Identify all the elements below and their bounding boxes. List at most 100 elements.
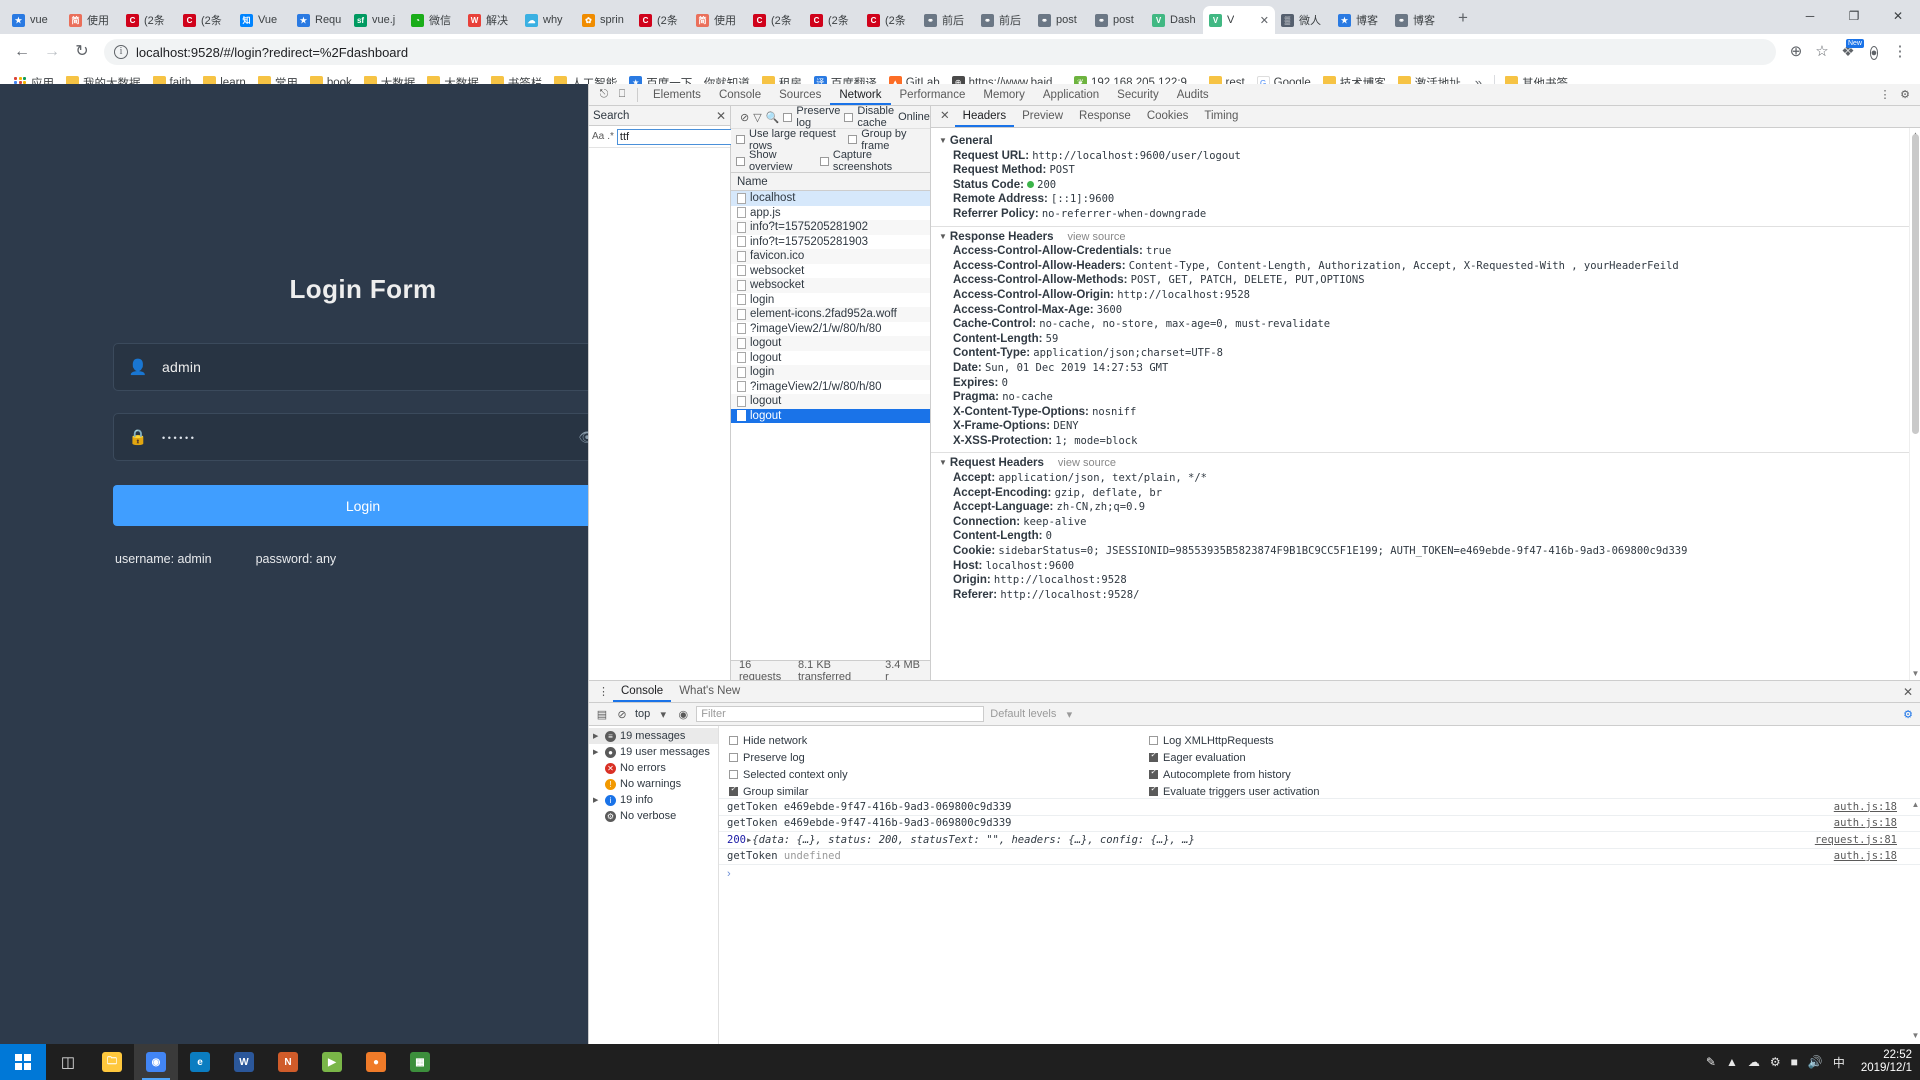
request-row[interactable]: info?t=1575205281902 [731,220,930,235]
browser-tab[interactable]: 简使用 [63,6,120,34]
expand-arrow-icon[interactable]: ▶ [593,732,601,740]
console-setting[interactable]: Eager evaluation [1149,749,1569,766]
devtools-tab-console[interactable]: Console [710,84,770,105]
taskbar-item-app-green[interactable]: ▶ [310,1044,354,1080]
console-sidebar-item[interactable]: ✕ No errors [589,760,718,776]
checkbox[interactable] [1149,750,1158,762]
browser-tab[interactable]: ▒ 微人 [1275,6,1332,34]
browser-tab[interactable]: ◔ 微信 [405,6,462,34]
browser-tab[interactable]: 简使用 [690,6,747,34]
browser-tab[interactable]: V V ✕ [1203,6,1275,34]
large-rows-checkbox[interactable]: Use large request rows [736,128,844,152]
request-row[interactable]: login [731,293,930,308]
browser-tab[interactable]: ☁ why [519,6,576,34]
request-row[interactable]: login [731,365,930,380]
throttling-select[interactable]: Online [898,111,930,123]
scroll-down-arrow[interactable]: ▼ [1911,1031,1920,1040]
console-setting[interactable]: Log XMLHttpRequests [1149,732,1569,749]
chevron-down-icon[interactable]: ▼ [939,456,947,471]
devtools-tab-memory[interactable]: Memory [974,84,1034,105]
taskbar-item-chrome[interactable]: ◉ [134,1044,178,1080]
tray-network-icon[interactable]: ⚙ [1770,1055,1781,1069]
windows-start-icon[interactable] [0,1044,46,1080]
console-sidebar-item[interactable]: ! No warnings [589,776,718,792]
request-row[interactable]: app.js [731,206,930,221]
bookmark-star-icon[interactable]: ☆ [1810,40,1834,64]
browser-tab[interactable]: C (2条 [633,6,690,34]
detail-tab-headers[interactable]: Headers [954,106,1015,127]
console-sidebar-item[interactable]: ⚙ No verbose [589,808,718,824]
request-row[interactable]: websocket [731,264,930,279]
request-row[interactable]: websocket [731,278,930,293]
chevron-down-icon[interactable]: ▼ [939,230,947,245]
request-row[interactable]: logout [731,408,930,423]
tray-ime-icon[interactable]: 中 [1833,1054,1845,1071]
browser-tab[interactable]: ⚭ 博客 [1389,6,1446,34]
group-by-frame-checkbox[interactable]: Group by frame [848,128,925,152]
console-context-select[interactable]: top [635,708,650,720]
log-source-link[interactable]: request.js:81 [1815,834,1920,846]
browser-tab[interactable]: ⚭ post [1089,6,1146,34]
drawer-tab[interactable]: What's New [671,681,748,702]
detail-scrollbar[interactable]: ▲ ▼ [1909,128,1920,680]
task-view-icon[interactable]: ◫ [46,1044,90,1080]
browser-tab[interactable]: ✿ sprin [576,6,633,34]
drawer-more-icon[interactable]: ⋮ [593,685,613,698]
request-row[interactable]: ?imageView2/1/w/80/h/80 [731,380,930,395]
taskbar-item-app-calc[interactable]: ▦ [398,1044,442,1080]
view-source-link[interactable]: view source [1058,457,1116,469]
username-field[interactable]: 👤 admin [113,343,613,391]
console-sidebar-item[interactable]: ▶ i 19 info [589,792,718,808]
scroll-down-arrow[interactable]: ▼ [1911,669,1920,678]
devtools-tab-application[interactable]: Application [1034,84,1108,105]
extension-icon[interactable]: ❖ New [1836,39,1864,64]
checkbox[interactable] [729,736,738,745]
requests-column-header[interactable]: Name [731,173,930,191]
browser-tab[interactable]: 知 Vue [234,6,291,34]
match-case-button[interactable]: Aa [592,131,604,142]
log-source-link[interactable]: auth.js:18 [1834,850,1920,862]
browser-tab[interactable]: ⚭ 前后 [975,6,1032,34]
checkbox[interactable] [1149,784,1158,796]
close-window-button[interactable]: ✕ [1876,9,1920,23]
log-source-link[interactable]: auth.js:18 [1834,801,1920,813]
devtools-more-icon[interactable]: ⋮ [1876,88,1894,101]
headers-section-title[interactable]: ▼ Request Headers view source [939,456,1920,471]
request-row[interactable]: element-icons.2fad952a.woff [731,307,930,322]
headers-section-title[interactable]: ▼ General [939,134,1920,149]
close-drawer-icon[interactable]: ✕ [1903,685,1920,699]
browser-tab[interactable]: C (2条 [861,6,918,34]
taskbar-item-edge[interactable]: e [178,1044,222,1080]
browser-tab[interactable]: C (2条 [804,6,861,34]
console-setting[interactable]: Preserve log [729,749,1149,766]
console-prompt[interactable]: › [719,864,1920,882]
detail-tab-timing[interactable]: Timing [1196,106,1246,127]
tray-overflow-icon[interactable]: ▲ [1726,1055,1738,1069]
expand-arrow-icon[interactable]: ▶ [593,796,601,804]
request-row[interactable]: info?t=1575205281903 [731,235,930,250]
request-row[interactable]: ?imageView2/1/w/80/h/80 [731,322,930,337]
console-setting[interactable]: Selected context only [729,766,1149,783]
request-row[interactable]: favicon.ico [731,249,930,264]
console-scrollbar[interactable]: ▲ ▼ [1910,726,1920,1044]
taskbar-item-navicat[interactable]: N [266,1044,310,1080]
clear-console-icon[interactable]: ⊘ [615,708,629,721]
chevron-down-icon[interactable]: ▼ [939,134,947,149]
minimize-button[interactable]: ─ [1788,9,1832,23]
checkbox[interactable] [729,770,738,779]
devtools-tab-performance[interactable]: Performance [891,84,975,105]
tray-cloud-icon[interactable]: ☁ [1748,1055,1760,1069]
close-tab-icon[interactable]: ✕ [1260,14,1269,27]
chevron-down-icon[interactable]: ▾ [1062,708,1076,721]
console-levels-select[interactable]: Default levels [990,708,1056,720]
log-source-link[interactable]: auth.js:18 [1834,817,1920,829]
gear-icon[interactable]: ⚙ [1896,88,1914,101]
new-tab-button[interactable]: + [1450,6,1476,32]
gear-icon[interactable]: ⚙ [1901,708,1915,721]
view-source-link[interactable]: view source [1067,231,1125,243]
show-overview-checkbox[interactable]: Show overview [736,149,816,173]
expand-arrow-icon[interactable]: ▶ [593,748,601,756]
devtools-tab-sources[interactable]: Sources [770,84,830,105]
taskbar-item-app-orange[interactable]: ● [354,1044,398,1080]
devtools-tab-network[interactable]: Network [830,84,891,105]
